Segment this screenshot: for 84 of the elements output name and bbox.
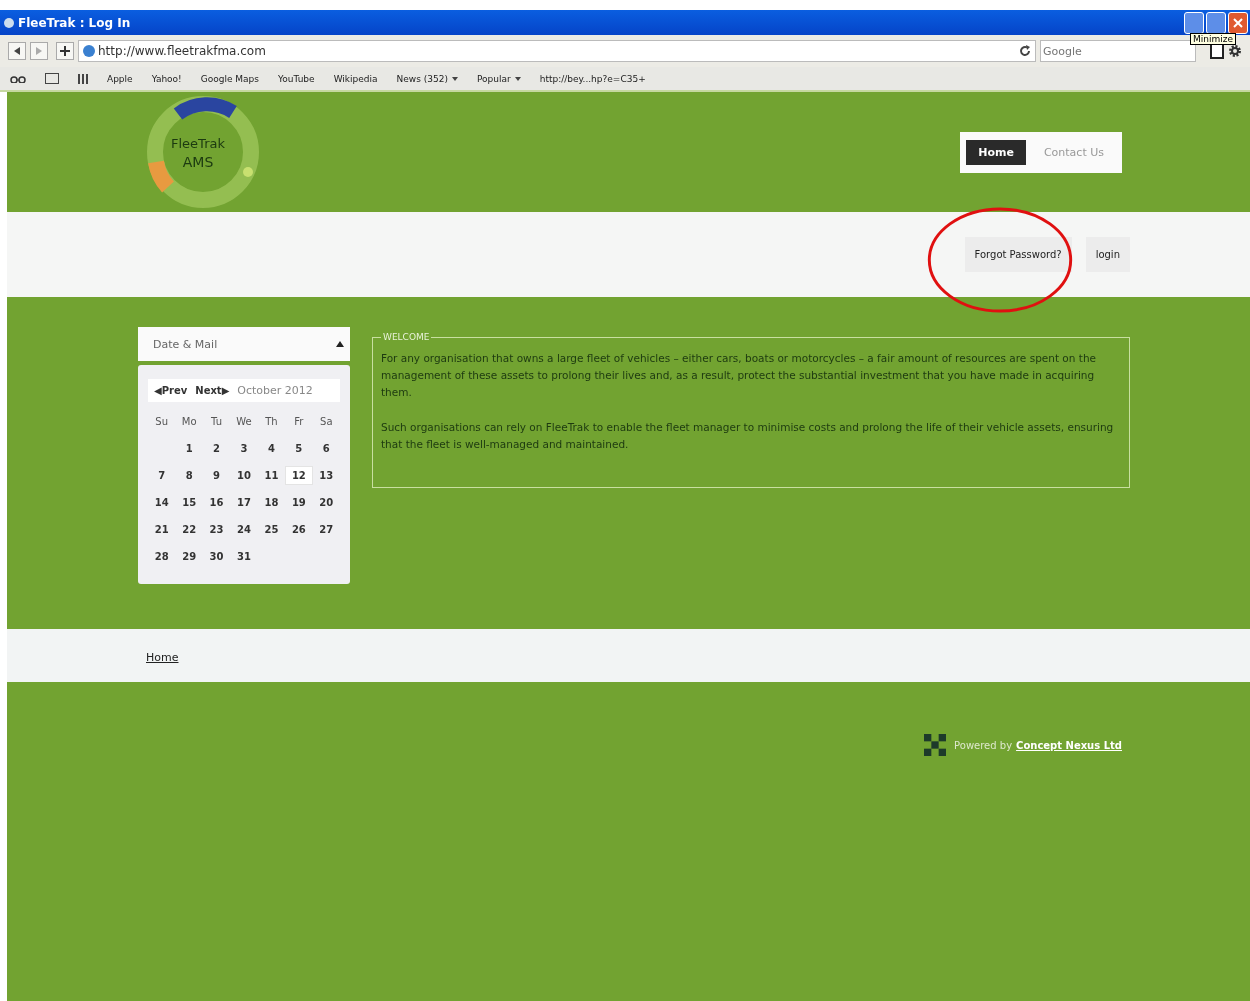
forward-arrow-icon <box>35 47 43 55</box>
calendar-day[interactable]: 13 <box>312 467 340 484</box>
calendar-day[interactable]: 8 <box>175 467 203 484</box>
calendar-day[interactable]: 14 <box>148 494 176 511</box>
panel-title: Date & Mail <box>153 337 218 351</box>
calendar-day[interactable]: 29 <box>175 548 203 565</box>
close-button[interactable] <box>1228 11 1248 34</box>
globe-icon <box>83 45 95 57</box>
calendar-day[interactable]: 23 <box>202 521 231 538</box>
calendar-day[interactable]: 11 <box>257 467 286 484</box>
calendar-day[interactable]: 6 <box>312 440 340 457</box>
calendar-day[interactable]: 10 <box>230 467 258 484</box>
collapse-icon[interactable] <box>336 341 344 347</box>
calendar-day[interactable]: 26 <box>285 521 313 538</box>
calendar-day[interactable]: 16 <box>202 494 231 511</box>
prev-link[interactable]: ◀Prev <box>154 385 188 396</box>
calendar-day[interactable]: 7 <box>148 467 176 484</box>
calendar-day[interactable]: 17 <box>230 494 258 511</box>
minimize-button[interactable] <box>1184 11 1204 34</box>
add-button[interactable] <box>56 42 74 60</box>
calendar-day[interactable]: 19 <box>285 494 313 511</box>
bookmark-link[interactable]: http://bey...hp?e=C35+ <box>539 73 646 84</box>
close-icon <box>1233 17 1243 28</box>
calendar-day[interactable]: 27 <box>312 521 340 538</box>
calendar-day[interactable]: 31 <box>230 548 258 565</box>
logo-text: FleeTrak <box>170 136 226 151</box>
calendar-day[interactable]: 9 <box>202 467 231 484</box>
panel-header[interactable]: Date & Mail <box>138 327 350 361</box>
nav-tab[interactable]: Home <box>966 139 1026 165</box>
bookmark-link[interactable]: Apple <box>107 73 133 84</box>
calendar-day[interactable]: 18 <box>257 494 286 511</box>
bookmark-link[interactable]: News (352) <box>396 73 448 84</box>
bookmark-link[interactable]: Popular <box>476 73 511 84</box>
calendar-day[interactable]: 12 <box>285 466 313 485</box>
logo-text: AMS <box>181 154 215 170</box>
bookmark-link[interactable]: Wikipedia <box>333 73 378 84</box>
calendar-day[interactable]: 20 <box>312 494 340 511</box>
action-button[interactable]: login <box>1085 237 1130 272</box>
welcome-paragraph: For any organisation that owns a large fleet of vehicles – either cars, boats or motorcycles – a fair amount of resources are spent on the management of these assets to prolong their lives and, as a result, protect the substantial investment that you have made in acquiring them. <box>381 351 1097 400</box>
calendar-day[interactable]: 1 <box>175 440 203 457</box>
calendar-day[interactable]: 2 <box>202 440 231 457</box>
checker-logo-icon <box>924 734 947 756</box>
dropdown-caret-icon[interactable] <box>451 76 458 81</box>
bookmark-link[interactable]: Yahoo! <box>151 73 182 84</box>
calendar-day[interactable]: 15 <box>175 494 203 511</box>
welcome-heading: WELCOME <box>382 331 431 344</box>
calendar-day[interactable]: 25 <box>257 521 286 538</box>
gear-icon[interactable] <box>1228 44 1242 58</box>
calendar-day[interactable]: 3 <box>230 440 258 457</box>
weekday-label: Tu <box>210 416 224 427</box>
calendar-day[interactable]: 22 <box>175 521 203 538</box>
back-arrow-icon <box>13 47 21 55</box>
search-field[interactable]: Google <box>1040 40 1196 62</box>
address-field[interactable]: http://www.fleetrakfma.com <box>78 40 1036 62</box>
welcome-paragraph: Such organisations can rely on FleeTrak to enable the fleet manager to minimise costs and prolong the life of their vehicle assets, ensuring that the fleet is well-managed and maintained. <box>381 420 1115 452</box>
tooltip: Minimize <box>1190 33 1236 45</box>
weekday-label: Th <box>264 416 279 427</box>
calendar-day[interactable]: 28 <box>148 548 176 565</box>
next-link[interactable]: Next▶ <box>195 385 230 396</box>
breadcrumb-link[interactable]: Home <box>146 651 179 664</box>
reload-icon[interactable] <box>1019 45 1031 57</box>
calendar-day[interactable]: 4 <box>257 440 286 457</box>
weekday-label: Sa <box>319 416 334 427</box>
logo[interactable]: FleeTrak AMS <box>138 92 268 212</box>
maximize-button[interactable] <box>1206 11 1226 34</box>
bookmark-link[interactable]: Google Maps <box>200 73 259 84</box>
glasses-icon[interactable] <box>10 74 26 83</box>
bookmark-link[interactable]: YouTube <box>278 73 315 84</box>
plus-icon <box>60 46 70 56</box>
back-button[interactable] <box>8 42 26 60</box>
calendar-day[interactable]: 24 <box>230 521 258 538</box>
action-button[interactable]: Forgot Password? <box>964 237 1072 272</box>
calendar-day[interactable]: 30 <box>202 548 231 565</box>
calendar-day[interactable]: 5 <box>285 440 313 457</box>
month-label: October 2012 <box>237 384 313 397</box>
weekday-label: We <box>235 416 253 427</box>
dropdown-caret-icon[interactable] <box>514 76 521 81</box>
calendar-day[interactable]: 21 <box>148 521 176 538</box>
powered-by-text: Powered by <box>954 739 1013 751</box>
weekday-label: Su <box>154 416 170 427</box>
weekday-label: Fr <box>293 416 305 427</box>
browser-icon <box>4 17 14 28</box>
weekday-label: Mo <box>180 416 198 427</box>
window-title: FleeTrak : Log In <box>18 15 131 30</box>
